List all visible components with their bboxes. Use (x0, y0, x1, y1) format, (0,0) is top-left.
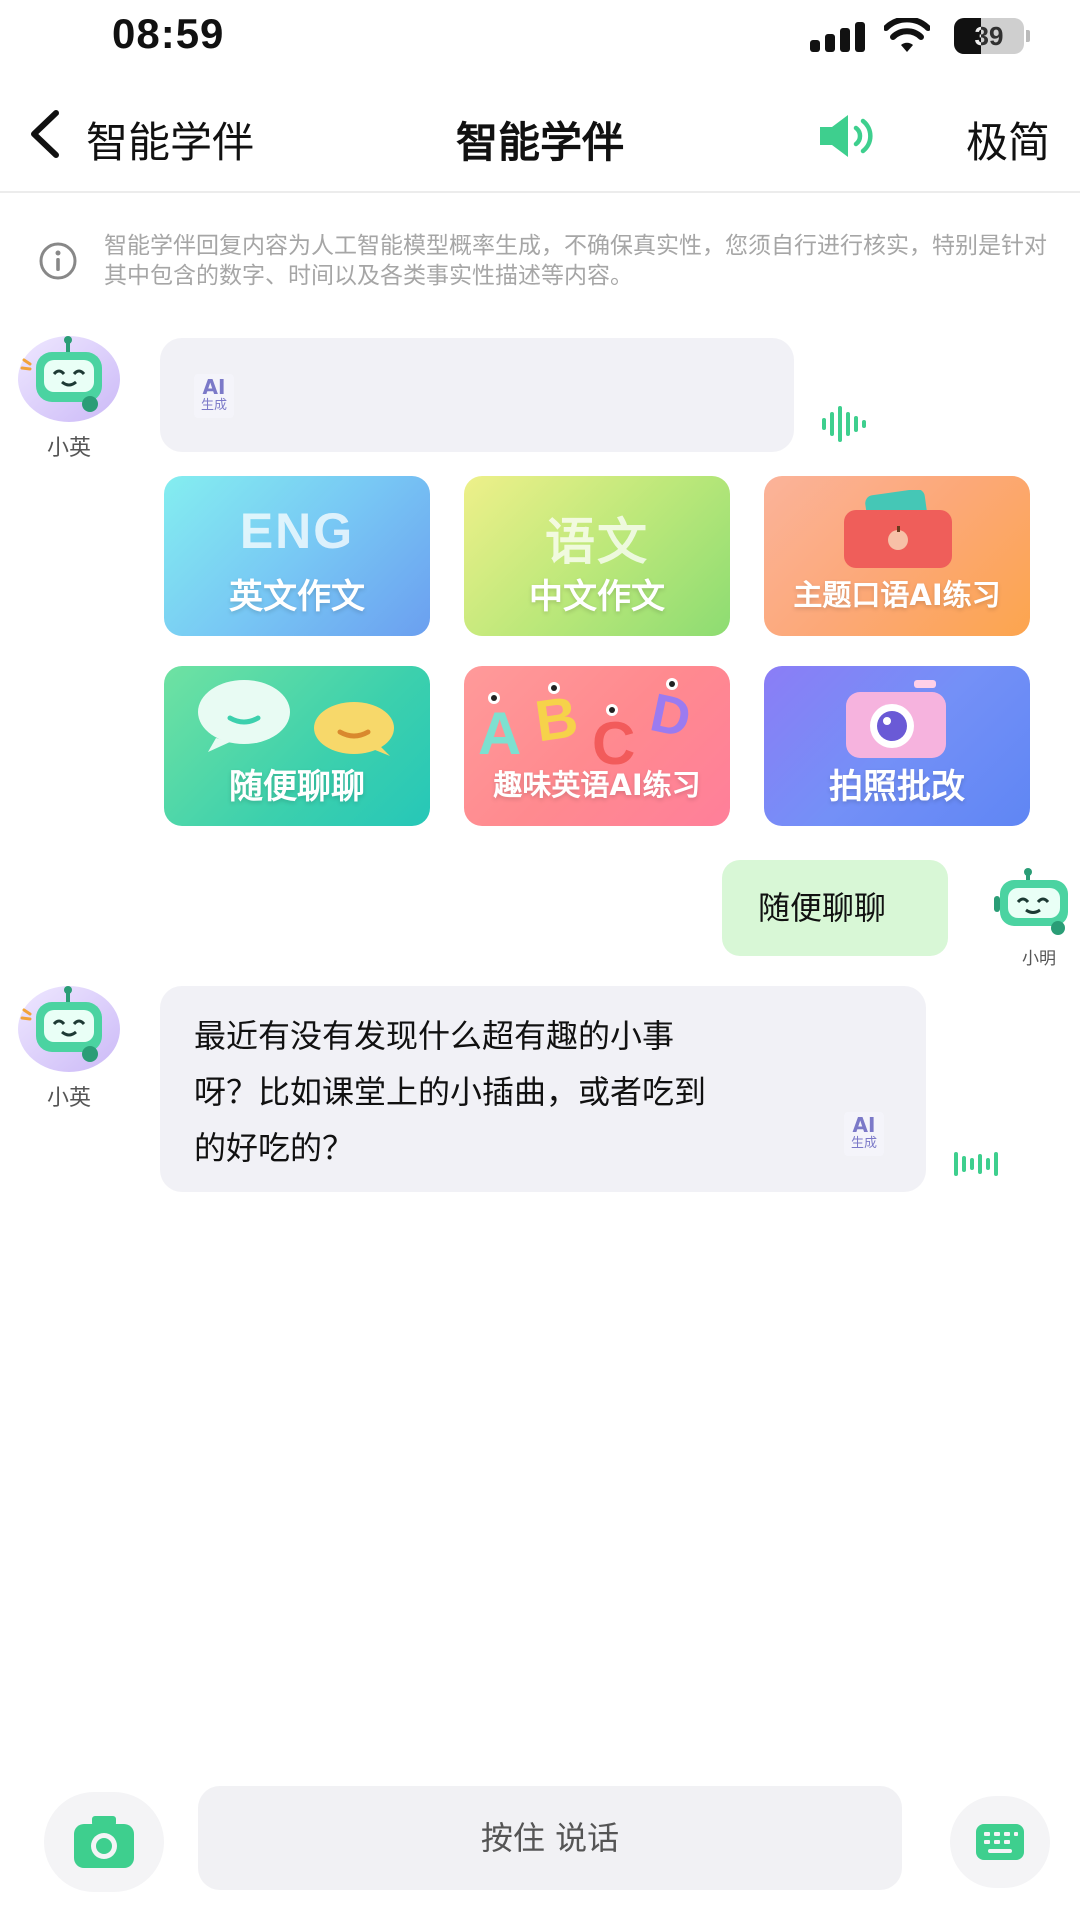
voice-playback-icon[interactable] (820, 404, 870, 444)
card-chinese-essay[interactable]: 语文 中文作文 (464, 476, 730, 636)
user-message-text: 随便聊聊 (758, 889, 887, 927)
svg-text:A: A (478, 700, 521, 767)
bot-message-line-3: 的好吃的？ (194, 1129, 355, 1167)
svg-text:B: B (531, 684, 582, 754)
chinese-deco-text: 语文 (545, 514, 649, 570)
user-avatar[interactable] (994, 868, 1080, 942)
ai-badge-bottom: 生成 (850, 1136, 877, 1151)
bot-message-line-2: 呀？比如课堂上的小插曲，或者吃到 (194, 1073, 707, 1111)
ai-generated-badge: AI 生成 (194, 374, 234, 418)
info-icon (39, 242, 77, 280)
cellular-signal-icon (810, 22, 866, 52)
bot-message-line-1: 最近有没有发现什么超有趣的小事 (194, 1017, 675, 1055)
bot-name: 小英 (46, 1086, 91, 1111)
voice-playback-icon[interactable] (952, 1144, 1002, 1184)
card-label: 中文作文 (529, 577, 665, 617)
apple-wallet-illustration (844, 490, 952, 568)
ai-badge-top: AI (852, 1113, 876, 1137)
status-bar: 08:59 39 (0, 0, 1080, 75)
bot-message-bubble: 最近有没有发现什么超有趣的小事 呀？比如课堂上的小插曲，或者吃到 的好吃的？ A… (160, 986, 926, 1192)
camera-illustration (846, 680, 946, 758)
battery-indicator: 39 (954, 18, 1030, 54)
user-name: 小明 (1022, 949, 1056, 969)
card-free-chat[interactable]: 随便聊聊 (164, 666, 430, 826)
card-photo-correction[interactable]: 拍照批改 (764, 666, 1030, 826)
card-label: 英文作文 (229, 577, 365, 617)
user-message-bubble: 随便聊聊 (722, 860, 948, 956)
card-topic-speaking[interactable]: 主题口语AI练习 (764, 476, 1030, 636)
bot-name: 小英 (46, 436, 91, 461)
camera-icon (74, 1816, 134, 1868)
svg-text:D: D (645, 682, 696, 749)
disclaimer-text: 智能学伴回复内容为人工智能模型概率生成，不确保真实性，您须自行进行核实，特别是针… (104, 233, 1047, 289)
status-time: 08:59 (112, 10, 225, 57)
card-fun-english[interactable]: A B C D 趣味英语AI练习 (464, 666, 730, 826)
bot-avatar[interactable] (16, 984, 122, 1074)
svg-text:C: C (592, 710, 635, 768)
card-label: 拍照批改 (829, 767, 965, 807)
chat-bubbles-illustration (198, 680, 394, 756)
card-label: 随便聊聊 (229, 767, 365, 807)
hold-to-talk-button[interactable]: 按住 说话 (198, 1786, 902, 1890)
battery-level: 39 (974, 21, 1004, 51)
bot-message-bubble: AI 生成 (160, 338, 794, 452)
disclaimer-banner: 智能学伴回复内容为人工智能模型概率生成，不确保真实性，您须自行进行核实，特别是针… (0, 195, 1080, 295)
back-chevron-icon[interactable] (22, 107, 68, 161)
card-label: 主题口语AI练习 (793, 578, 1001, 612)
abcd-letters-illustration: A B C D (478, 678, 696, 768)
nav-bar: 智能学伴 智能学伴 极简 (0, 75, 1080, 193)
keyboard-toggle-button[interactable] (950, 1796, 1050, 1888)
ai-badge-bottom: 生成 (200, 398, 227, 413)
wifi-icon (884, 18, 930, 52)
speaker-icon[interactable] (818, 113, 880, 159)
camera-button[interactable] (44, 1792, 164, 1892)
ai-badge-top: AI (202, 375, 226, 399)
card-english-essay[interactable]: ENG 英文作文 (164, 476, 430, 636)
minimal-mode-button[interactable]: 极简 (966, 109, 1050, 170)
card-label: 趣味英语AI练习 (493, 768, 701, 802)
keyboard-icon (976, 1824, 1024, 1860)
ai-generated-badge: AI 生成 (844, 1112, 884, 1156)
back-button-label[interactable]: 智能学伴 (86, 109, 254, 170)
eng-deco-text: ENG (239, 503, 355, 559)
bot-avatar[interactable] (16, 334, 122, 424)
